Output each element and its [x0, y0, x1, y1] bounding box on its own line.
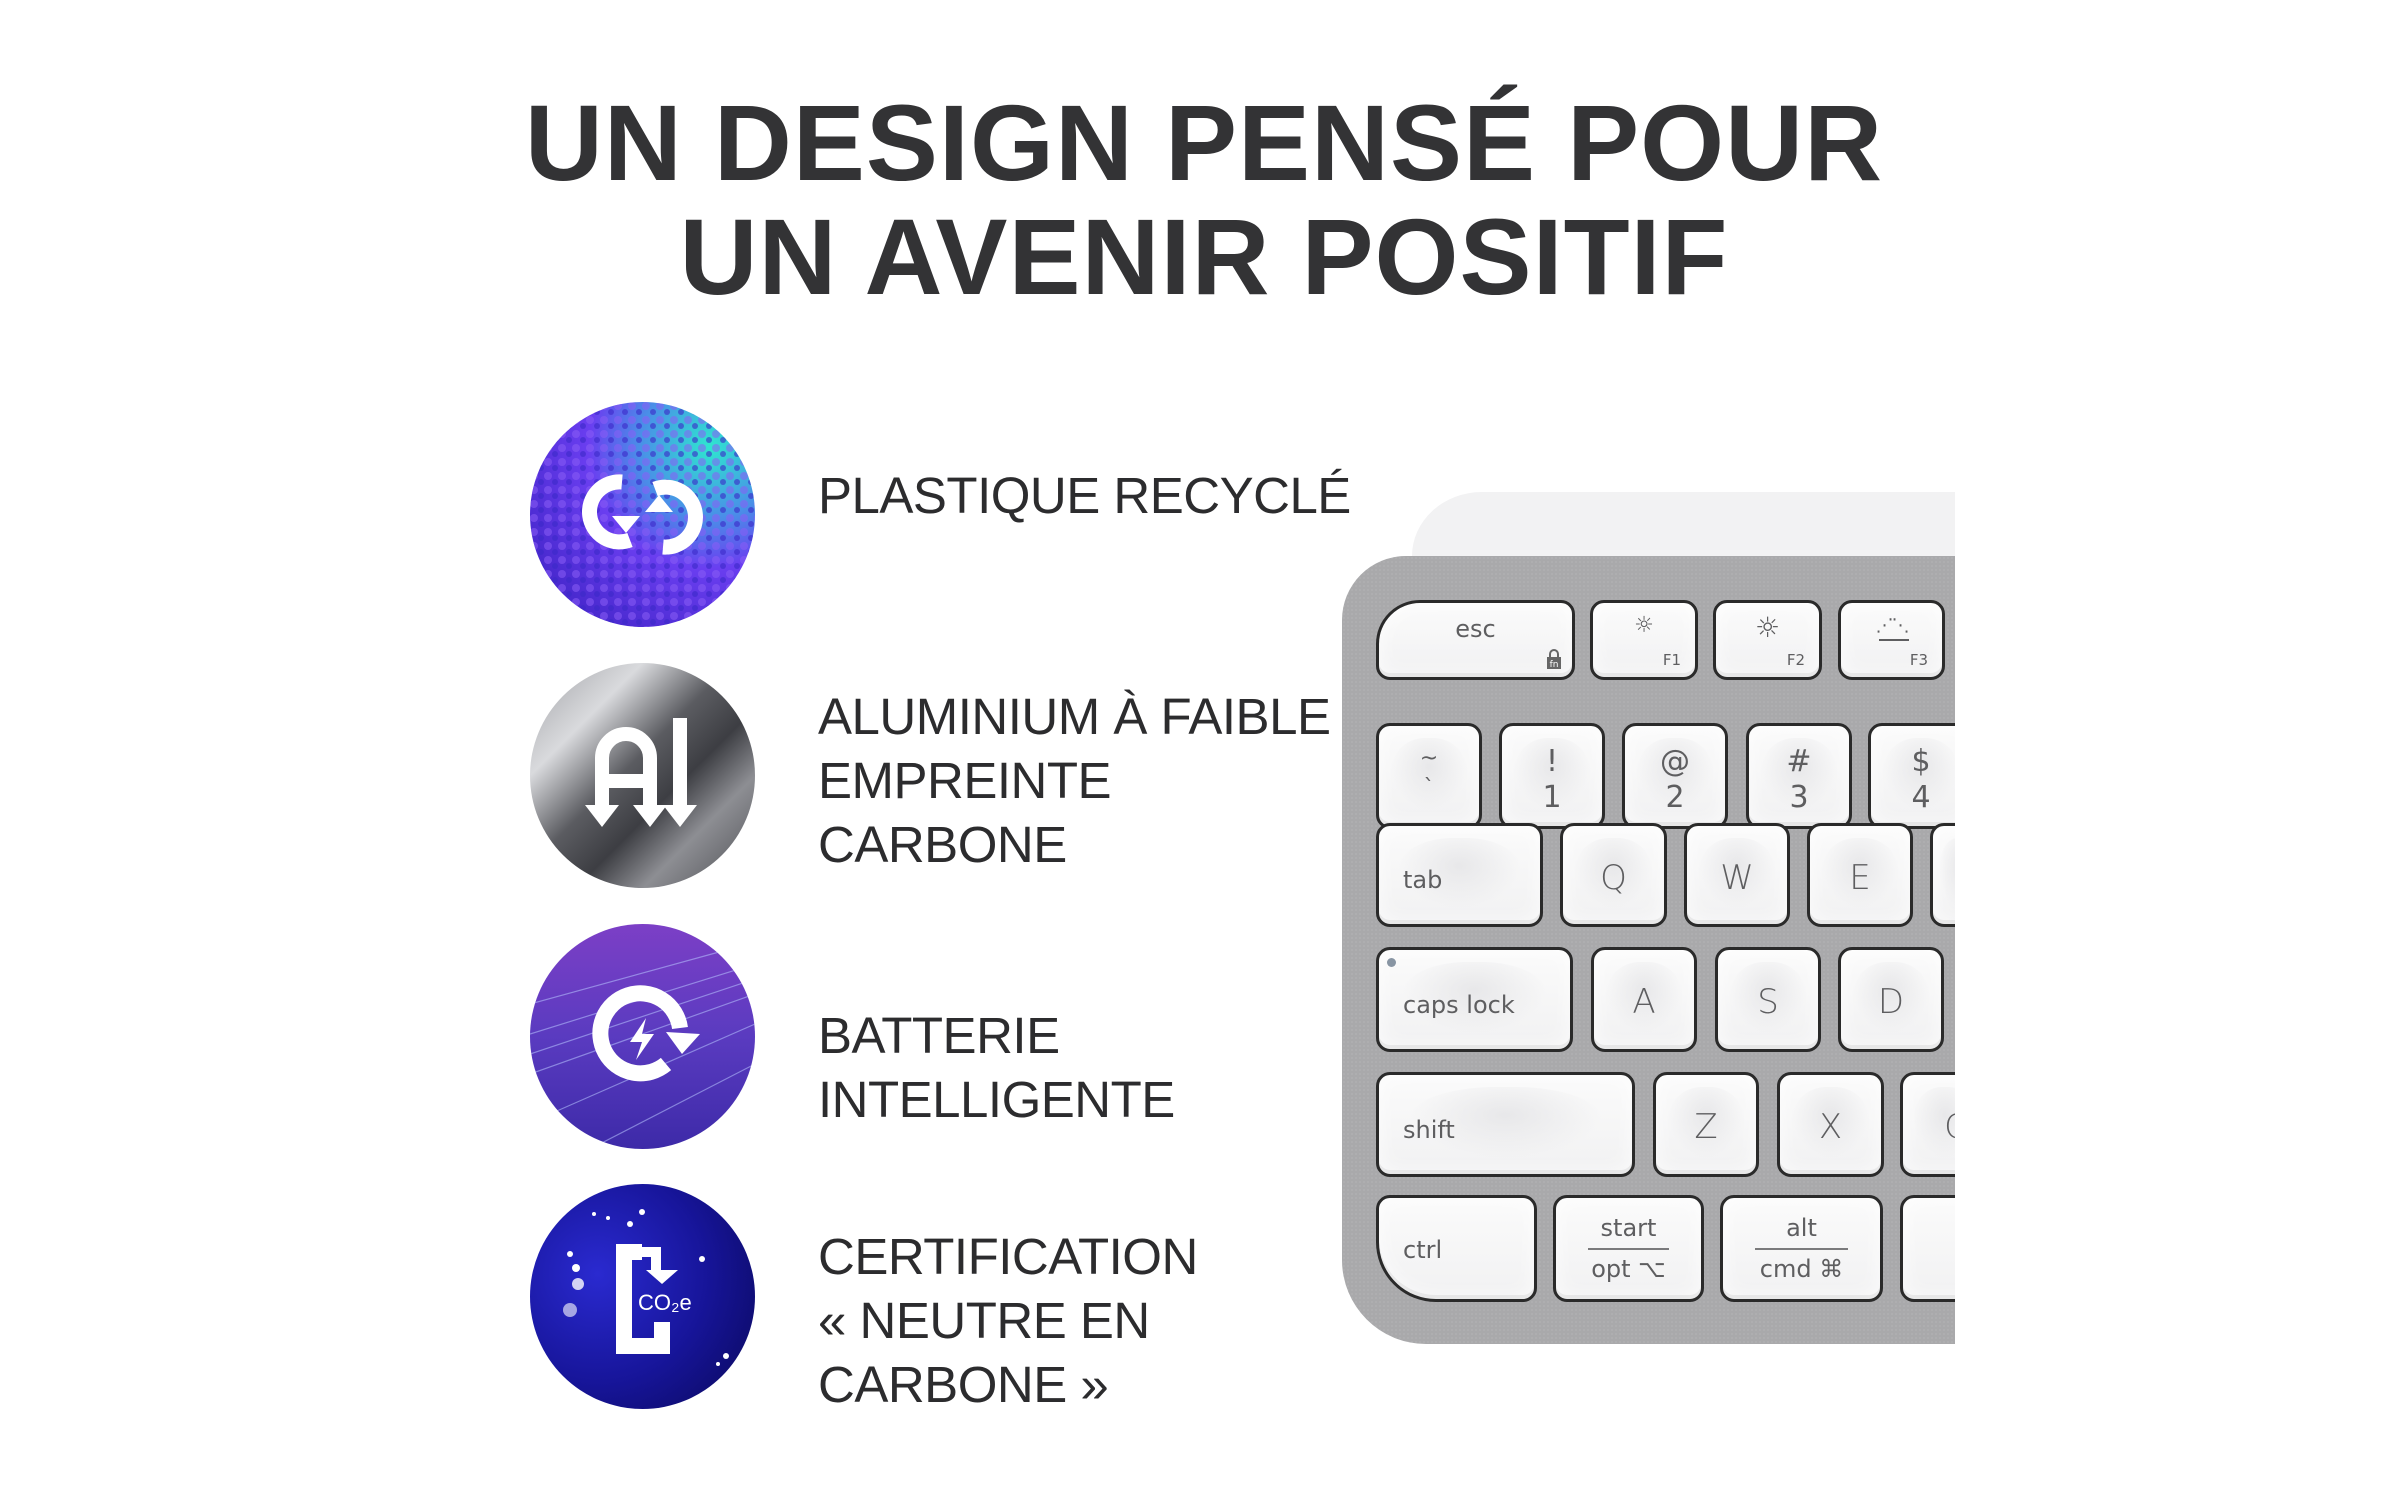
page-title-line-1: UN DESIGN PENSÉ POUR	[524, 82, 1884, 203]
key-1: ! 1	[1499, 723, 1605, 829]
key-divider	[1755, 1248, 1848, 1250]
key-r-partial	[1930, 823, 1955, 927]
key-z: Z	[1653, 1072, 1759, 1177]
carbon-neutral-icon: CO₂e	[530, 1184, 755, 1409]
feature-line: ALUMINIUM À FAIBLE	[818, 688, 1331, 745]
fn-lock-icon: fn	[1546, 649, 1562, 670]
recycle-arrows-icon	[530, 402, 755, 627]
key-f1: ☼ F1	[1590, 600, 1698, 680]
key-c: C	[1900, 1072, 1955, 1177]
key-x: X	[1777, 1072, 1884, 1177]
feature-line: CARBONE »	[818, 1356, 1109, 1413]
feature-line: EMPREINTE	[818, 752, 1112, 809]
key-3: # 3	[1746, 723, 1852, 829]
key-shift: shift	[1376, 1072, 1635, 1177]
key-label: F2	[1786, 651, 1805, 669]
key-divider	[1588, 1248, 1669, 1250]
feature-carbon-neutral: CERTIFICATION « NEUTRE EN CARBONE »	[818, 1225, 1198, 1417]
key-tab: tab	[1376, 823, 1543, 927]
keyboard-top-panel	[1412, 492, 1955, 562]
key-w: W	[1684, 823, 1790, 927]
key-ctrl: ctrl	[1376, 1195, 1537, 1302]
key-tilde: ~ `	[1376, 723, 1482, 829]
key-esc: esc fn	[1376, 600, 1575, 680]
key-4: $ 4	[1868, 723, 1955, 829]
key-label: F3	[1909, 651, 1928, 669]
svg-text:fn: fn	[1550, 660, 1559, 669]
feature-line: CARBONE	[818, 816, 1067, 873]
key-s: S	[1715, 947, 1821, 1052]
aluminium-low-carbon-icon	[530, 663, 755, 888]
brightness-up-icon: ☼	[1754, 611, 1781, 644]
key-space-partial	[1900, 1195, 1955, 1302]
key-command: alt cmd ⌘	[1720, 1195, 1883, 1302]
backlight-icon: ⋰⋱	[1875, 615, 1910, 636]
key-option: start opt ⌥	[1553, 1195, 1704, 1302]
feature-smart-battery: BATTERIE INTELLIGENTE	[818, 1004, 1175, 1132]
feature-line: BATTERIE	[818, 1007, 1060, 1064]
key-a: A	[1591, 947, 1697, 1052]
feature-line: « NEUTRE EN	[818, 1292, 1150, 1349]
feature-line: INTELLIGENTE	[818, 1071, 1175, 1128]
brightness-down-icon: ☼	[1634, 613, 1654, 638]
key-q: Q	[1560, 823, 1667, 927]
feature-line: CERTIFICATION	[818, 1228, 1198, 1285]
key-label: F1	[1662, 651, 1681, 669]
key-label: esc	[1455, 615, 1496, 643]
keyboard-image: esc fn ☼ F1 ☼ F2 ⋰⋱ F3 ~ ` ! 1 @ 2 # 3 $…	[1342, 556, 1955, 1344]
key-e: E	[1807, 823, 1913, 927]
feature-line: PLASTIQUE RECYCLÉ	[818, 467, 1351, 524]
backlight-icon-base	[1879, 639, 1909, 641]
co2e-label: CO₂e	[638, 1290, 692, 1315]
key-d: D	[1838, 947, 1944, 1052]
key-caps-lock: caps lock	[1376, 947, 1573, 1052]
caps-lock-led	[1387, 958, 1396, 967]
feature-recycled-plastic: PLASTIQUE RECYCLÉ	[818, 464, 1351, 528]
key-2: @ 2	[1622, 723, 1728, 829]
key-f3: ⋰⋱ F3	[1838, 600, 1945, 680]
smart-battery-icon	[530, 924, 755, 1149]
key-f2: ☼ F2	[1713, 600, 1822, 680]
feature-low-carbon-aluminium: ALUMINIUM À FAIBLE EMPREINTE CARBONE	[818, 685, 1331, 877]
page-title-line-2: UN AVENIR POSITIF	[679, 196, 1729, 317]
